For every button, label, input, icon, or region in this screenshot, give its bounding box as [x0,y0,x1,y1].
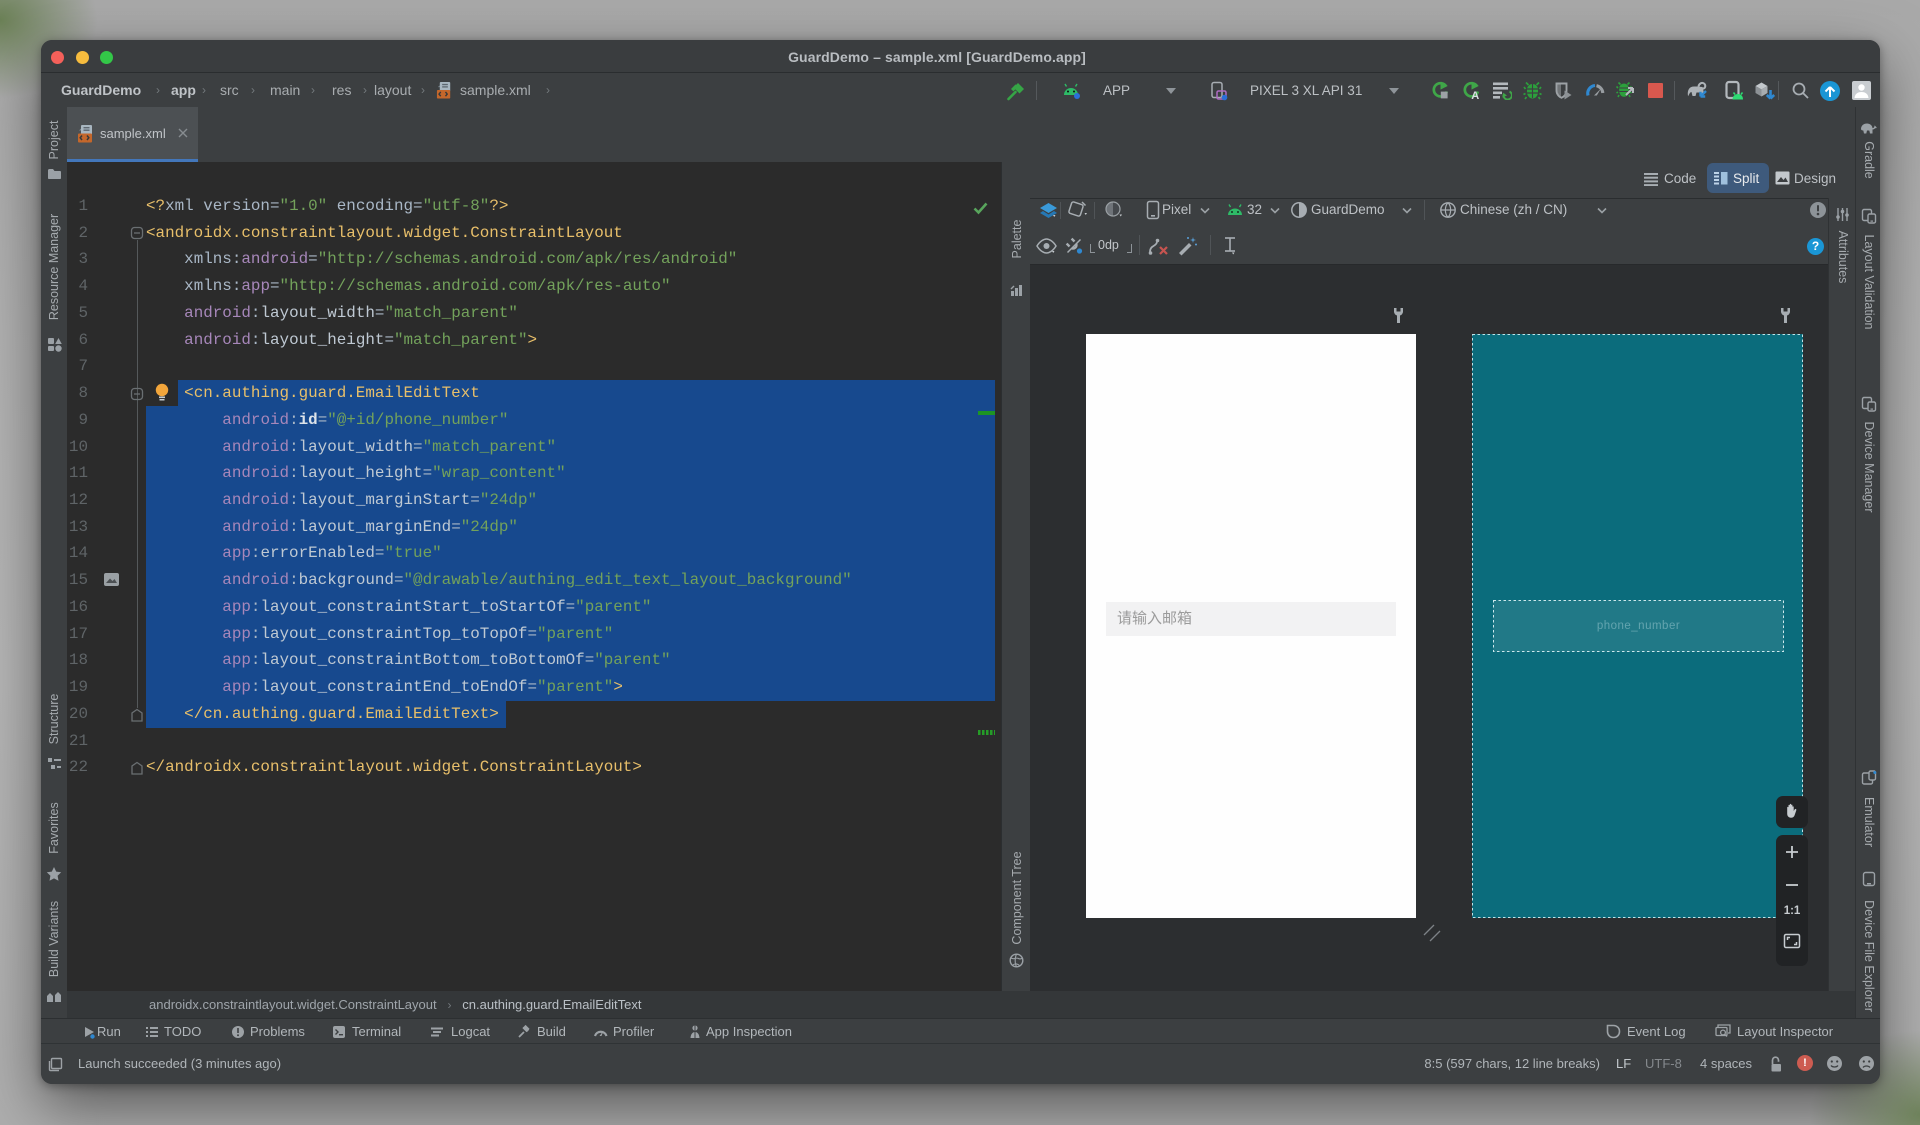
svg-text:A: A [1471,90,1479,100]
